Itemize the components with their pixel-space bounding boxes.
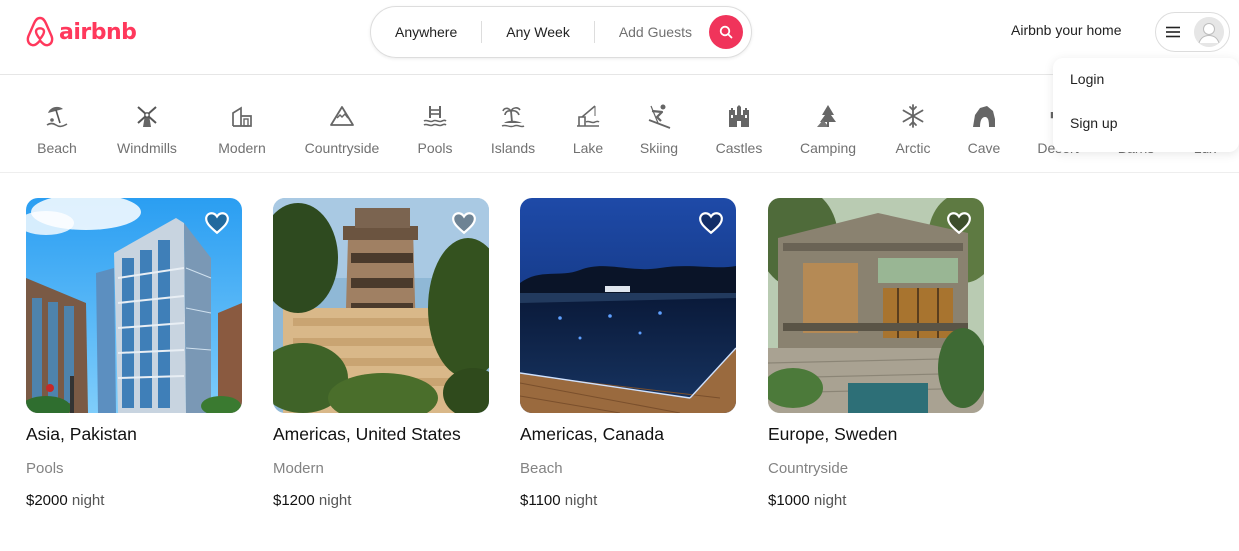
- listing-card[interactable]: Asia, Pakistan Pools $2000 night: [26, 198, 242, 509]
- listing-price: $1100 night: [520, 492, 597, 509]
- host-link[interactable]: Airbnb your home: [1011, 22, 1122, 38]
- category-label: Lake: [572, 140, 604, 156]
- listing-category: Countryside: [768, 460, 849, 477]
- brand-name: airbnb: [59, 19, 137, 45]
- search-who[interactable]: Add Guests: [595, 24, 716, 40]
- category-label: Cave: [967, 140, 1001, 156]
- price-unit: night: [813, 492, 847, 509]
- search-where[interactable]: Anywhere: [371, 24, 481, 40]
- listing-location: Asia, Pakistan: [26, 424, 137, 444]
- signup-link[interactable]: Sign up: [1070, 115, 1117, 131]
- user-menu-button[interactable]: [1155, 12, 1230, 52]
- price-amount: $2000: [26, 492, 68, 509]
- listing-category: Modern: [273, 460, 324, 477]
- price-unit: night: [564, 492, 598, 509]
- search-button[interactable]: [709, 15, 743, 49]
- castle-icon: [729, 105, 749, 127]
- listing-card[interactable]: Americas, United States Modern $1200 nig…: [273, 198, 489, 509]
- camping-icon: [817, 105, 836, 127]
- category-skiing[interactable]: Skiing: [614, 103, 704, 156]
- category-label: Pools: [417, 140, 453, 156]
- heart-icon[interactable]: [451, 210, 477, 236]
- beach-umbrella-icon: [46, 106, 68, 128]
- listing-card[interactable]: Americas, Canada Beach $1100 night: [520, 198, 736, 509]
- airbnb-logo[interactable]: airbnb: [25, 15, 137, 49]
- heart-icon[interactable]: [946, 210, 972, 236]
- listing-photo[interactable]: [273, 198, 489, 413]
- category-label: Camping: [799, 140, 857, 156]
- search-icon: [719, 25, 733, 39]
- price-unit: night: [71, 492, 105, 509]
- snowflake-icon: [902, 104, 924, 128]
- island-icon: [501, 107, 525, 128]
- listing-price: $1200 night: [273, 492, 351, 509]
- pool-icon: [423, 106, 447, 127]
- price-amount: $1200: [273, 492, 315, 509]
- category-modern[interactable]: Modern: [197, 103, 287, 156]
- cave-icon: [973, 106, 995, 127]
- listing-location: Americas, Canada: [520, 424, 664, 444]
- skiing-icon: [648, 104, 671, 129]
- category-camping[interactable]: Camping: [783, 103, 873, 156]
- avatar: [1194, 17, 1224, 47]
- category-label: Beach: [37, 140, 77, 156]
- search-bar[interactable]: Anywhere Any Week Add Guests: [370, 6, 752, 58]
- listing-photo[interactable]: [26, 198, 242, 413]
- category-windmills[interactable]: Windmills: [102, 103, 192, 156]
- category-label: Modern: [218, 140, 266, 156]
- listing-location: Americas, United States: [273, 424, 461, 444]
- heart-icon[interactable]: [204, 210, 230, 236]
- hamburger-icon: [1166, 26, 1180, 38]
- listing-photo[interactable]: [520, 198, 736, 413]
- listing-card[interactable]: Europe, Sweden Countryside $1000 night: [768, 198, 984, 509]
- user-dropdown: Login Sign up: [1053, 58, 1239, 152]
- listing-category: Beach: [520, 460, 563, 477]
- category-label: Arctic: [895, 140, 931, 156]
- category-castles[interactable]: Castles: [694, 103, 784, 156]
- price-unit: night: [318, 492, 352, 509]
- search-when[interactable]: Any Week: [482, 24, 594, 40]
- price-amount: $1100: [520, 492, 561, 509]
- listing-price: $1000 night: [768, 492, 846, 509]
- category-label: Islands: [490, 140, 536, 156]
- category-label: Castles: [715, 140, 763, 156]
- user-avatar-icon: [1194, 17, 1224, 47]
- listing-category: Pools: [26, 460, 64, 477]
- windmill-icon: [137, 106, 157, 127]
- listing-price: $2000 night: [26, 492, 104, 509]
- category-countryside[interactable]: Countryside: [297, 103, 387, 156]
- airbnb-logo-icon: [26, 16, 54, 47]
- price-amount: $1000: [768, 492, 810, 509]
- category-label: Countryside: [304, 140, 380, 156]
- heart-icon[interactable]: [698, 210, 724, 236]
- listing-location: Europe, Sweden: [768, 424, 898, 444]
- listing-photo[interactable]: [768, 198, 984, 413]
- mountain-icon: [330, 106, 354, 126]
- login-link[interactable]: Login: [1070, 71, 1104, 87]
- lake-icon: [577, 105, 600, 127]
- category-label: Skiing: [639, 140, 679, 156]
- category-beach[interactable]: Beach: [12, 103, 102, 156]
- category-pools[interactable]: Pools: [390, 103, 480, 156]
- modern-house-icon: [232, 106, 252, 127]
- category-label: Windmills: [117, 140, 177, 156]
